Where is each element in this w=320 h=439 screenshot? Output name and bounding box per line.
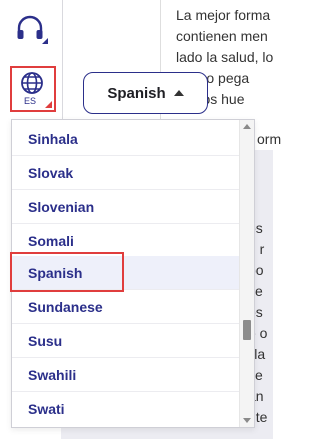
language-option-label: Slovak <box>28 164 74 181</box>
audio-button[interactable] <box>12 10 48 46</box>
language-option[interactable]: Slovak <box>12 156 240 190</box>
language-button[interactable]: ES <box>10 66 56 112</box>
article-line: lado la salud, lo <box>176 49 274 65</box>
language-option-label: Swahili <box>28 366 77 383</box>
language-option-label: Susu <box>28 332 63 349</box>
language-option-label: Slovenian <box>28 198 95 215</box>
scrollbar-thumb[interactable] <box>243 320 251 340</box>
scroll-down-arrow-icon[interactable] <box>243 418 251 423</box>
language-option-label: Swati <box>28 401 65 417</box>
language-option[interactable]: Swati <box>12 392 240 426</box>
article-line: contienen men <box>176 28 268 44</box>
language-code: ES <box>24 96 37 106</box>
caret-up-icon <box>173 90 184 96</box>
language-option[interactable]: Susu <box>12 324 240 358</box>
selection-highlight-box <box>10 252 124 292</box>
article-line: orm <box>257 131 282 147</box>
language-option-label: Sundanese <box>28 298 103 315</box>
article-line: La mejor forma <box>176 7 271 23</box>
language-option[interactable]: Swahili <box>12 358 240 392</box>
scroll-up-arrow-icon[interactable] <box>243 124 251 129</box>
language-select-button[interactable]: Spanish <box>83 72 208 114</box>
selected-language-label: Spanish <box>107 84 166 102</box>
dropdown-scrollbar[interactable] <box>239 120 254 427</box>
language-option-label: Somali <box>28 232 74 249</box>
language-option[interactable]: Sundanese <box>12 290 240 324</box>
language-option-label: Sinhala <box>28 130 78 147</box>
language-option[interactable]: Sinhala <box>12 122 240 156</box>
language-option[interactable]: Slovenian <box>12 190 240 224</box>
corner-indicator <box>42 38 48 44</box>
